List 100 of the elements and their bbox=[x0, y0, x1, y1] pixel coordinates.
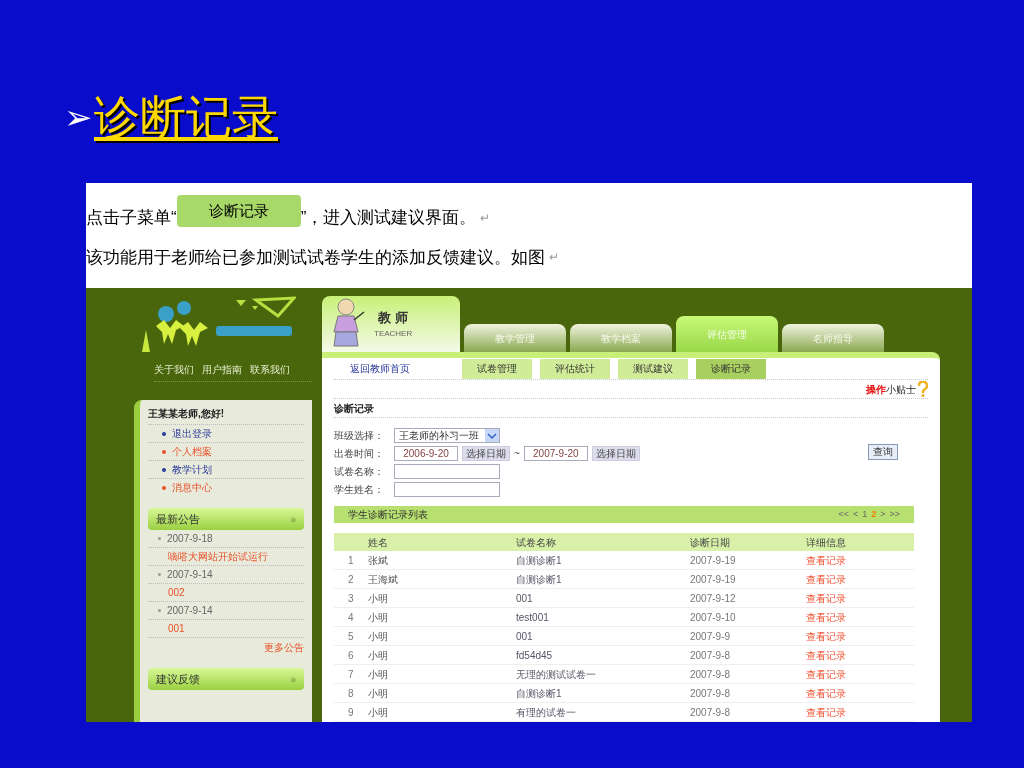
table-cell-text: 自测诊断1 bbox=[516, 572, 563, 587]
header-link[interactable]: 用户指南 bbox=[202, 362, 242, 377]
field-label: 学生姓名： bbox=[334, 483, 385, 498]
pager-link[interactable]: 1 bbox=[862, 507, 868, 522]
pager-link[interactable]: >> bbox=[889, 507, 900, 522]
field-label: 班级选择： bbox=[334, 429, 385, 444]
role-title: 教 师 bbox=[378, 309, 408, 328]
column-header: 试卷名称 bbox=[516, 535, 557, 550]
notice-date: 2007-9-14 bbox=[167, 568, 213, 582]
table-cell-text: 001 bbox=[516, 591, 534, 606]
notice-date: 2007-9-14 bbox=[167, 604, 213, 618]
query-button[interactable]: 查询 bbox=[868, 444, 898, 460]
table-cell-text: 张斌 bbox=[368, 553, 389, 568]
home-link[interactable]: 返回教师首页 bbox=[334, 361, 454, 377]
pager-link[interactable]: < bbox=[852, 507, 859, 522]
date-field[interactable]: 2007-9-20 bbox=[523, 446, 588, 462]
panel-title: 建议反馈 bbox=[156, 671, 200, 687]
row-number: 2 bbox=[347, 572, 355, 587]
table-cell-text: 2007-9-9 bbox=[690, 629, 732, 644]
table-cell-text: fd54d45 bbox=[516, 648, 554, 663]
table-cell-text: 小明 bbox=[368, 591, 389, 606]
table-cell-text: 2007-9-8 bbox=[690, 648, 732, 663]
body-text: 该功能用于老师给已参加测试试卷学生的添加反馈建议。如图 bbox=[86, 246, 545, 269]
row-number: 7 bbox=[347, 667, 355, 682]
greeting-text: 王某某老师,您好! bbox=[148, 407, 226, 421]
view-record-link[interactable]: 查看记录 bbox=[806, 571, 914, 587]
table-cell-text: 2007-9-12 bbox=[690, 591, 737, 606]
view-record-link[interactable]: 查看记录 bbox=[806, 590, 914, 606]
separator-text: ~ bbox=[514, 447, 520, 462]
pager-link[interactable]: > bbox=[880, 507, 886, 522]
sidebar-menu-item[interactable]: 退出登录 bbox=[172, 426, 212, 441]
row-number: 5 bbox=[347, 629, 355, 644]
row-number: 8 bbox=[347, 686, 355, 701]
notice-link[interactable]: 嘀嗒大网站开始试运行 bbox=[168, 549, 268, 564]
table-cell-text: test001 bbox=[516, 610, 550, 625]
table-cell-text: 小明 bbox=[368, 686, 389, 701]
arrow-icon: » bbox=[290, 511, 296, 527]
row-number: 1 bbox=[347, 553, 355, 568]
view-record-link[interactable]: 查看记录 bbox=[806, 552, 914, 568]
date-picker-button[interactable]: 选择日期 bbox=[462, 446, 510, 462]
view-record-link[interactable]: 查看记录 bbox=[806, 704, 914, 720]
sidebar-menu-item[interactable]: 消息中心 bbox=[172, 480, 212, 495]
view-record-link[interactable]: 查看记录 bbox=[806, 628, 914, 644]
input-field[interactable] bbox=[394, 482, 500, 498]
column-header: 姓名 bbox=[368, 535, 389, 550]
table-cell-text: 2007-9-8 bbox=[690, 705, 732, 720]
sub-tab[interactable]: 诊断记录 bbox=[696, 358, 766, 379]
view-record-link[interactable]: 查看记录 bbox=[806, 609, 914, 625]
sub-tab[interactable]: 试卷管理 bbox=[462, 358, 532, 379]
arrow-icon: » bbox=[290, 671, 296, 687]
date-field[interactable]: 2006-9-20 bbox=[394, 446, 458, 462]
field-label: 出卷时间： bbox=[334, 447, 385, 462]
class-select[interactable]: 王老师的补习一班 bbox=[394, 428, 500, 444]
field-label: 试卷名称： bbox=[334, 465, 385, 480]
teacher-figure-icon bbox=[330, 298, 366, 350]
header-link[interactable]: 关于我们 bbox=[154, 362, 194, 377]
more-link[interactable]: 更多公告 bbox=[264, 639, 304, 655]
question-icon bbox=[918, 381, 928, 398]
row-number: 6 bbox=[347, 648, 355, 663]
sub-tab[interactable]: 测试建议 bbox=[618, 358, 688, 379]
paragraph-mark: ↵ bbox=[549, 249, 559, 267]
body-text: ”，进入测试建议界面。 bbox=[300, 207, 477, 229]
column-header: 详细信息 bbox=[806, 535, 847, 550]
panel-header[interactable]: 建议反馈 » bbox=[148, 668, 304, 690]
notice-link[interactable]: 002 bbox=[168, 585, 185, 600]
sidebar-menu-item[interactable]: 教学计划 bbox=[172, 462, 212, 477]
sub-tab[interactable]: 评估统计 bbox=[540, 358, 610, 379]
table-cell-text: 小明 bbox=[368, 629, 389, 644]
dropdown-caret-icon bbox=[485, 429, 499, 443]
column-header: 诊断日期 bbox=[690, 535, 731, 550]
menu-button[interactable]: 诊断记录 bbox=[176, 194, 301, 227]
table-cell-text: 自测诊断1 bbox=[516, 686, 563, 701]
view-record-link[interactable]: 查看记录 bbox=[806, 647, 914, 663]
table-cell-text: 小明 bbox=[368, 648, 389, 663]
table-cell-text: 2007-9-8 bbox=[690, 686, 732, 701]
table-cell-text: 2007-9-19 bbox=[690, 553, 737, 568]
view-record-link[interactable]: 查看记录 bbox=[806, 666, 914, 682]
paragraph-mark: ↵ bbox=[480, 209, 491, 227]
list-title: 学生诊断记录列表 bbox=[348, 508, 428, 522]
input-field[interactable] bbox=[394, 464, 500, 480]
notice-link[interactable]: 001 bbox=[168, 621, 185, 636]
header-link[interactable]: 联系我们 bbox=[250, 362, 290, 377]
row-number: 3 bbox=[347, 591, 355, 606]
table-cell-text: 小明 bbox=[368, 610, 389, 625]
table-cell-text: 无理的测试试卷一 bbox=[516, 667, 597, 682]
sidebar-menu-item[interactable]: 个人档案 bbox=[172, 444, 212, 459]
date-picker-button[interactable]: 选择日期 bbox=[591, 446, 640, 462]
table-cell-text: 王海斌 bbox=[368, 572, 399, 587]
table-cell-text: 2007-9-19 bbox=[690, 572, 737, 587]
role-subtitle: TEACHER bbox=[374, 327, 413, 340]
panel-header[interactable]: 最新公告 » bbox=[148, 508, 304, 530]
table-cell-text: 小明 bbox=[368, 705, 389, 720]
table-cell-text: 001 bbox=[516, 629, 534, 644]
notice-date: 2007-9-18 bbox=[167, 532, 213, 546]
tips-link[interactable]: 操作小贴士 bbox=[866, 381, 916, 397]
slide-title: 诊断记录 bbox=[94, 94, 278, 140]
view-record-link[interactable]: 查看记录 bbox=[806, 685, 914, 701]
bullet-arrow: ➢ bbox=[64, 100, 92, 134]
body-text: 点击子菜单“ bbox=[86, 207, 177, 229]
pager-link[interactable]: << bbox=[838, 507, 849, 522]
